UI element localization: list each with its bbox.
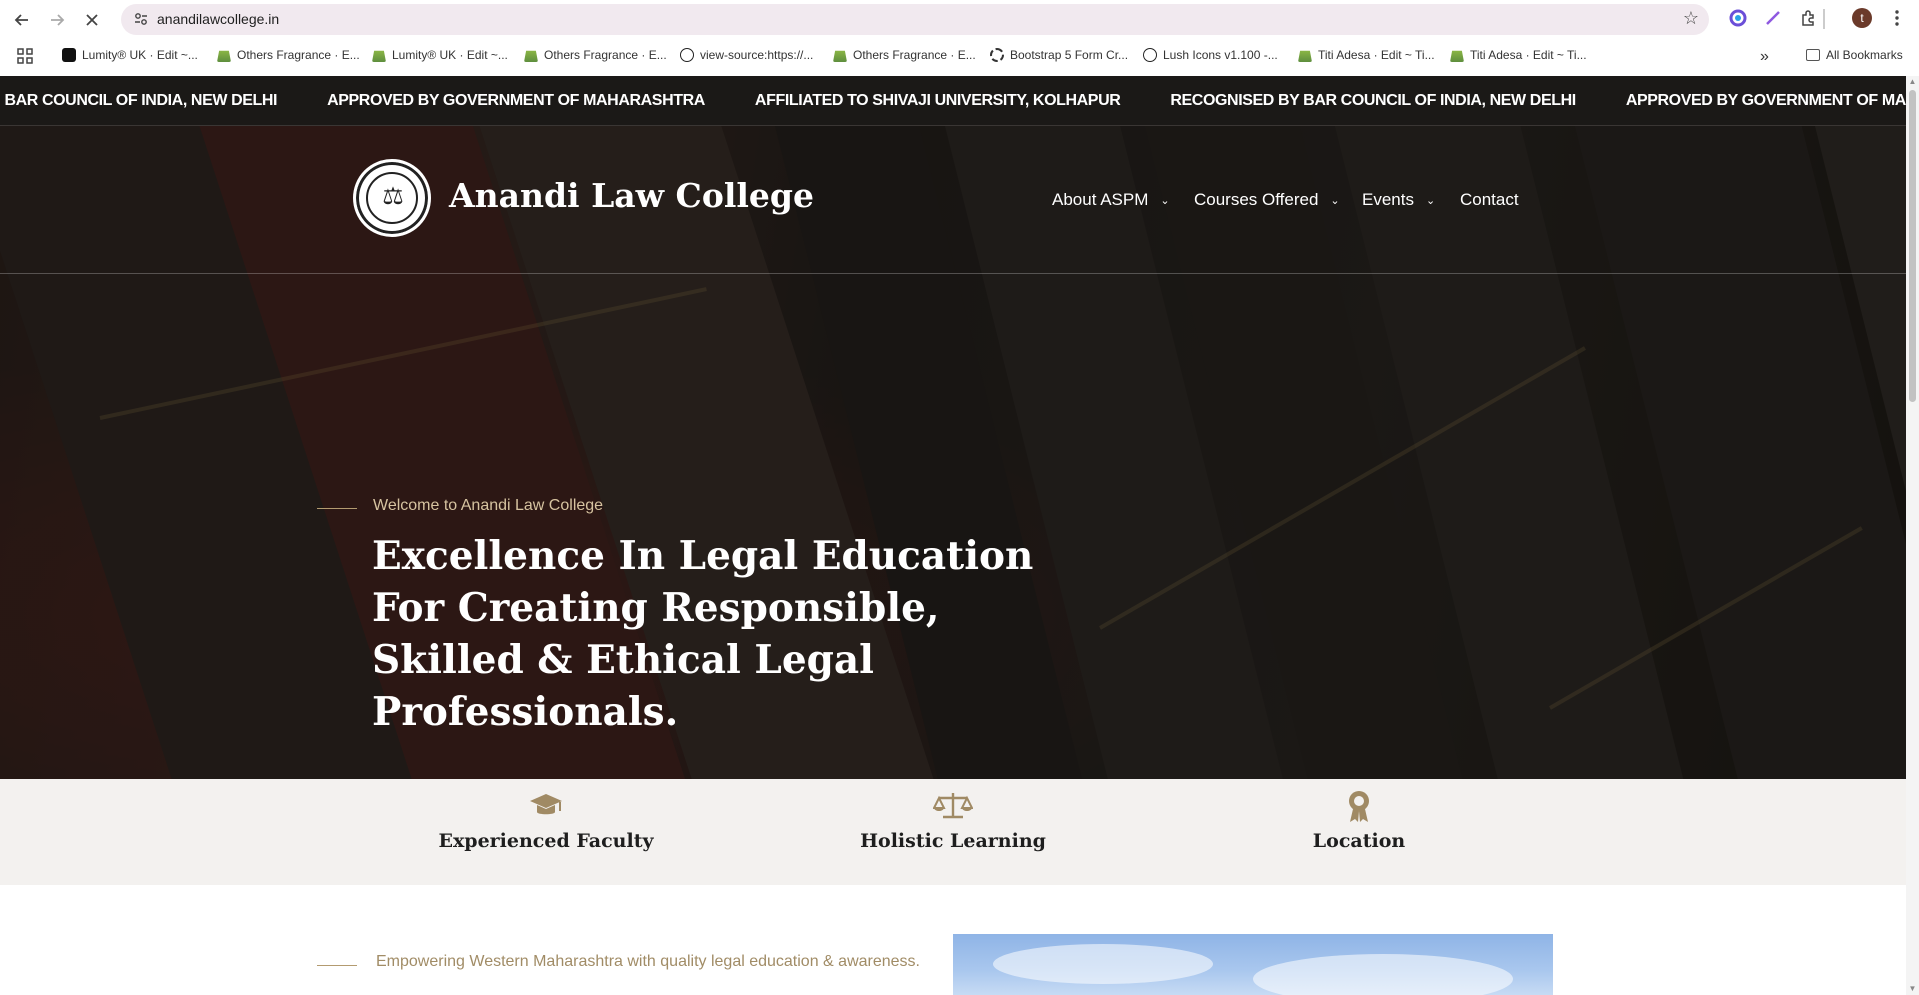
shopify-icon bbox=[217, 50, 231, 62]
menu-label: Events bbox=[1362, 190, 1414, 209]
bookmark-label: Others Fragrance · E... bbox=[237, 48, 360, 62]
color-picker-extension-icon[interactable] bbox=[1727, 7, 1749, 29]
gear-icon bbox=[990, 48, 1004, 62]
campus-sky-image bbox=[953, 934, 1553, 995]
chevron-down-icon: ⌄ bbox=[1330, 194, 1340, 207]
shopify-icon bbox=[372, 50, 386, 62]
extensions-puzzle-icon[interactable] bbox=[1797, 7, 1819, 29]
chevron-down-icon: ⌄ bbox=[1160, 194, 1170, 207]
feature-experienced-faculty: Experienced Faculty bbox=[396, 779, 696, 885]
globe-icon bbox=[1143, 48, 1157, 62]
hero-section: ⚖ Anandi Law College About ASPM ⌄ Course… bbox=[0, 126, 1906, 779]
url-text[interactable]: anandilawcollege.in bbox=[157, 11, 279, 27]
bookmark-label: Bootstrap 5 Form Cr... bbox=[1010, 48, 1129, 62]
shopify-icon bbox=[524, 50, 538, 62]
browser-chrome: anandilawcollege.in ☆ t Lumity® UK · Edi… bbox=[0, 0, 1919, 76]
bookmark-label: Lumity® UK · Edit ~... bbox=[82, 48, 198, 62]
feature-holistic-learning: Holistic Learning bbox=[803, 779, 1103, 885]
bookmark-label: Others Fragrance · E... bbox=[853, 48, 976, 62]
bookmark-label: Titi Adesa · Edit ~ Ti... bbox=[1318, 48, 1435, 62]
chrome-menu-icon[interactable] bbox=[1886, 7, 1908, 29]
bookmark-star-icon[interactable]: ☆ bbox=[1683, 8, 1699, 29]
toolbar-divider bbox=[1823, 9, 1825, 29]
hero-heading: Excellence In Legal Education For Creati… bbox=[372, 533, 1034, 735]
award-badge-icon bbox=[1349, 791, 1369, 822]
bookmark-label: Lumity® UK · Edit ~... bbox=[392, 48, 508, 62]
intro-divider bbox=[317, 965, 357, 966]
webpage: ' BAR COUNCIL OF INDIA, NEW DELHI APPROVE… bbox=[0, 76, 1906, 995]
menu-label: Courses Offered bbox=[1194, 190, 1319, 209]
features-strip: Experienced Faculty Holistic Learning Lo… bbox=[0, 779, 1906, 885]
folder-icon bbox=[1806, 49, 1820, 61]
menu-about-aspm[interactable]: About ASPM ⌄ bbox=[1052, 190, 1170, 210]
ticker-item: ' BAR COUNCIL OF INDIA, NEW DELHI bbox=[0, 92, 278, 109]
bookmark-item[interactable]: Titi Adesa · Edit ~ Ti... bbox=[1450, 48, 1587, 62]
globe-icon bbox=[680, 48, 694, 62]
ticker-item: AFFILIATED TO SHIVAJI UNIVERSITY, KOLHAP… bbox=[754, 92, 1121, 109]
ticker-item: APPROVED BY GOVERNMENT OF MAHARASHTRA bbox=[1625, 92, 1906, 109]
bookmark-label: Titi Adesa · Edit ~ Ti... bbox=[1470, 48, 1587, 62]
forward-icon[interactable] bbox=[45, 8, 69, 32]
graduation-cap-icon bbox=[530, 794, 562, 815]
bookmark-item[interactable]: Bootstrap 5 Form Cr... bbox=[990, 48, 1128, 62]
ticker-item: APPROVED BY GOVERNMENT OF MAHARASHTRA bbox=[327, 92, 705, 109]
more-bookmarks-icon[interactable]: » bbox=[1760, 48, 1769, 66]
bookmark-item[interactable]: Others Fragrance · E... bbox=[524, 48, 667, 62]
back-icon[interactable] bbox=[10, 8, 34, 32]
bookmarks-bar: Lumity® UK · Edit ~... Others Fragrance ·… bbox=[0, 42, 1919, 72]
lumity-icon bbox=[62, 48, 76, 62]
address-bar[interactable]: anandilawcollege.in ☆ bbox=[121, 4, 1709, 35]
bookmark-item[interactable]: Others Fragrance · E... bbox=[833, 48, 976, 62]
feature-label: Experienced Faculty bbox=[438, 830, 654, 852]
feature-label: Location bbox=[1312, 830, 1406, 852]
profile-avatar[interactable]: t bbox=[1851, 7, 1873, 29]
bookmark-item[interactable]: Lumity® UK · Edit ~... bbox=[372, 48, 508, 62]
scroll-up-icon[interactable]: ▲ bbox=[1906, 76, 1919, 88]
scales-emblem-icon: ⚖ bbox=[382, 183, 404, 210]
feature-location: Location bbox=[1209, 779, 1509, 885]
all-bookmarks-label: All Bookmarks bbox=[1826, 48, 1903, 62]
stop-loading-icon[interactable] bbox=[80, 8, 104, 32]
pen-extension-icon[interactable] bbox=[1762, 7, 1784, 29]
menu-events[interactable]: Events ⌄ bbox=[1362, 190, 1435, 210]
site-info-icon[interactable] bbox=[133, 11, 149, 27]
feature-label: Holistic Learning bbox=[860, 830, 1046, 852]
apps-grid-icon[interactable] bbox=[17, 48, 33, 64]
shopify-icon bbox=[1450, 50, 1464, 62]
scroll-down-icon[interactable]: ▼ bbox=[1906, 983, 1919, 995]
bookmark-label: Others Fragrance · E... bbox=[544, 48, 667, 62]
bookmark-item[interactable]: Titi Adesa · Edit ~ Ti... bbox=[1298, 48, 1435, 62]
menu-contact[interactable]: Contact bbox=[1460, 190, 1519, 210]
bookmark-label: view-source:https://... bbox=[700, 48, 814, 62]
accreditation-ticker: ' BAR COUNCIL OF INDIA, NEW DELHI APPROVE… bbox=[0, 76, 1906, 126]
bookmark-label: Lush Icons v1.100 -... bbox=[1163, 48, 1278, 62]
page-scrollbar[interactable]: ▲ ▼ bbox=[1906, 76, 1919, 995]
bookmark-item[interactable]: view-source:https://... bbox=[680, 48, 813, 62]
shopify-icon bbox=[833, 50, 847, 62]
all-bookmarks-button[interactable]: All Bookmarks bbox=[1806, 48, 1903, 62]
profile-initial: t bbox=[1852, 8, 1872, 28]
menu-label: Contact bbox=[1460, 190, 1519, 209]
site-title[interactable]: Anandi Law College bbox=[449, 176, 814, 215]
cloud-decoration bbox=[993, 944, 1213, 984]
bookmark-item[interactable]: Others Fragrance · E... bbox=[217, 48, 360, 62]
scrollbar-thumb[interactable] bbox=[1909, 90, 1916, 402]
hero-kicker: Welcome to Anandi Law College bbox=[373, 497, 604, 514]
intro-tagline: Empowering Western Maharashtra with qual… bbox=[376, 953, 920, 970]
ticker-item: RECOGNISED BY BAR COUNCIL OF INDIA, NEW … bbox=[1170, 92, 1576, 109]
cloud-decoration bbox=[1253, 954, 1513, 995]
chevron-down-icon: ⌄ bbox=[1425, 194, 1436, 207]
site-header: ⚖ Anandi Law College About ASPM ⌄ Course… bbox=[0, 126, 1906, 274]
kicker-divider bbox=[317, 508, 357, 509]
menu-courses-offered[interactable]: Courses Offered ⌄ bbox=[1194, 190, 1340, 210]
college-logo[interactable]: ⚖ bbox=[353, 159, 431, 237]
menu-label: About ASPM bbox=[1052, 190, 1149, 209]
shopify-icon bbox=[1298, 50, 1312, 62]
balance-scale-icon bbox=[933, 793, 973, 819]
bookmark-item[interactable]: Lumity® UK · Edit ~... bbox=[62, 48, 198, 62]
bookmark-item[interactable]: Lush Icons v1.100 -... bbox=[1143, 48, 1278, 62]
ticker-track: ' BAR COUNCIL OF INDIA, NEW DELHI APPROVE… bbox=[0, 92, 1906, 110]
